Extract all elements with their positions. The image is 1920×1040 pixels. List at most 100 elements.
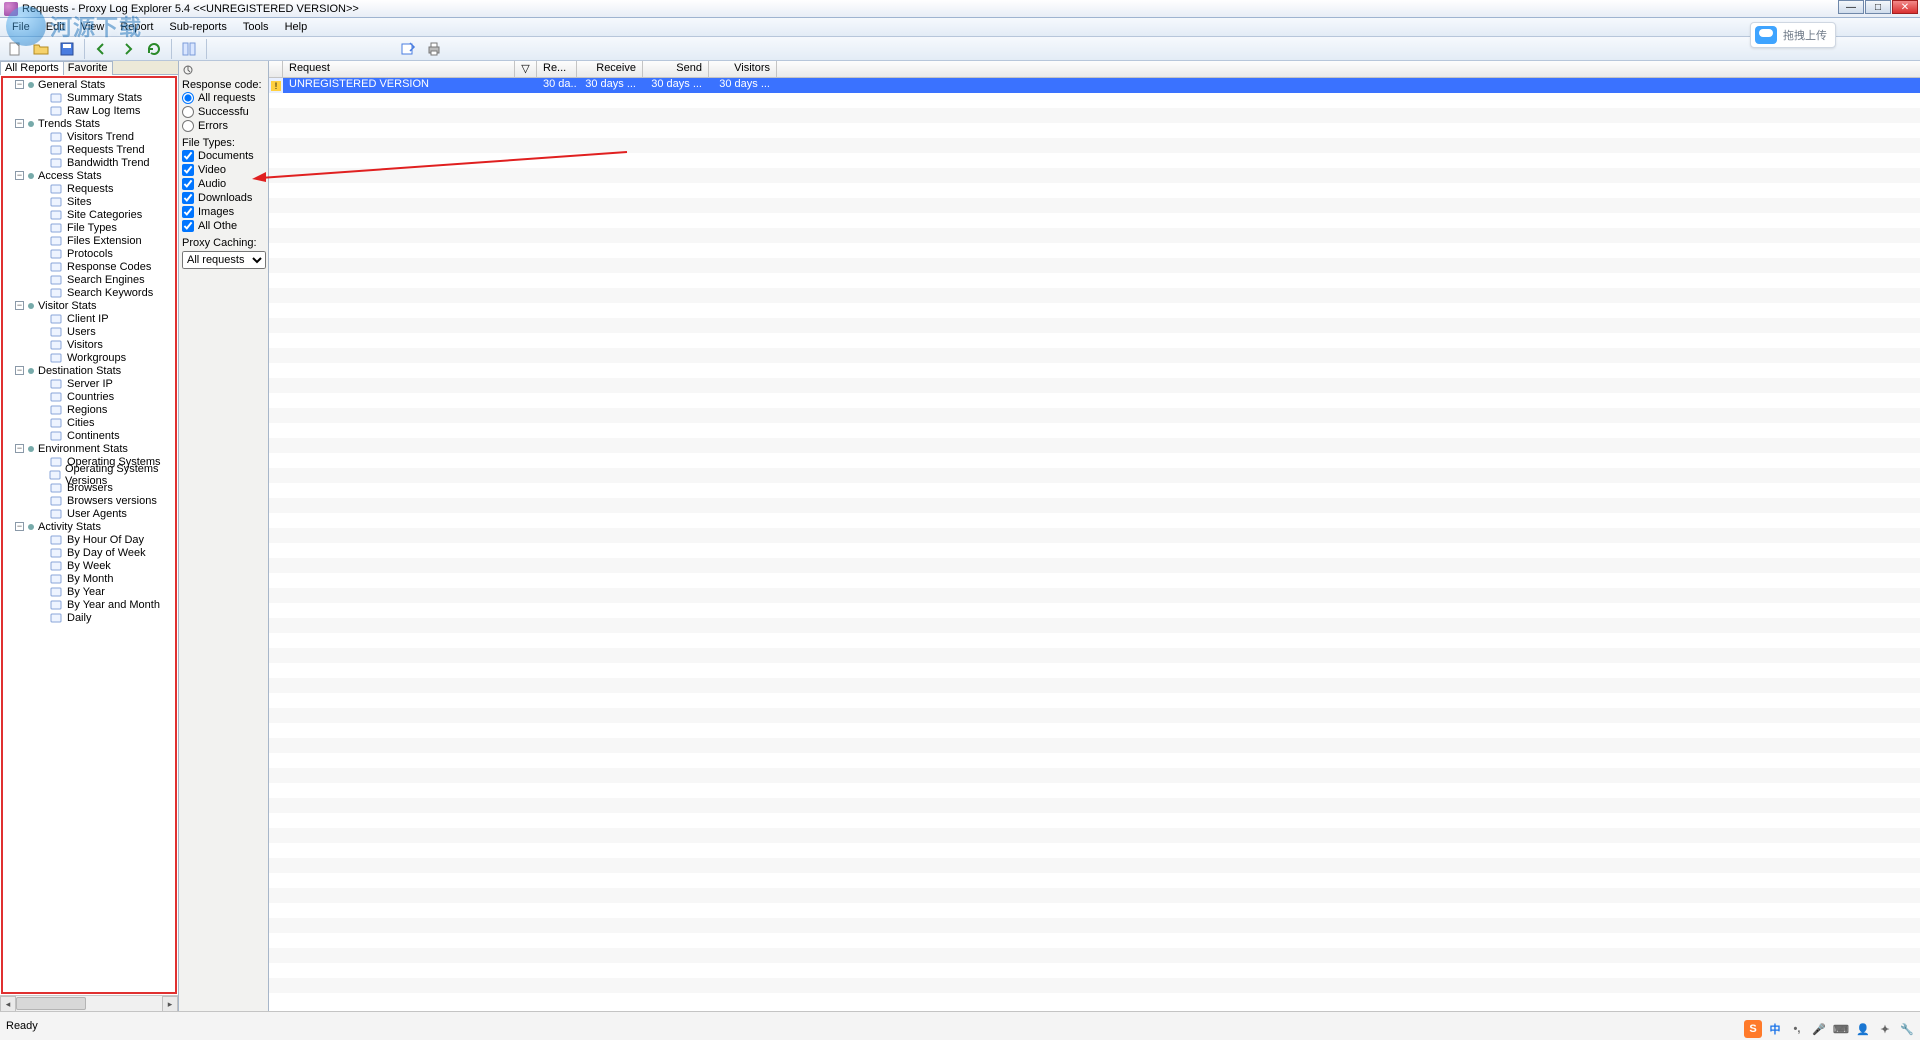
keyboard-icon[interactable]: ⌨ <box>1832 1020 1850 1038</box>
tree-group[interactable]: −General Stats <box>15 78 175 91</box>
tool-columns[interactable] <box>178 39 200 59</box>
col-filter[interactable]: ▽ <box>515 61 537 77</box>
menu-subreports[interactable]: Sub-reports <box>161 21 234 33</box>
tree-group[interactable]: −Destination Stats <box>15 364 175 377</box>
tree-item[interactable]: Countries <box>15 390 175 403</box>
tool-save[interactable] <box>56 39 78 59</box>
tree-item[interactable]: Response Codes <box>15 260 175 273</box>
collapse-icon[interactable]: − <box>15 522 24 531</box>
tab-favorite[interactable]: Favorite <box>63 61 113 75</box>
radio-all-requests[interactable]: All requests <box>182 91 265 105</box>
tool-open[interactable] <box>30 39 52 59</box>
tree-item[interactable]: Operating Systems Versions <box>15 468 175 481</box>
punctuation-icon[interactable]: •, <box>1788 1020 1806 1038</box>
check-audio[interactable]: Audio <box>182 177 265 191</box>
tool-refresh[interactable] <box>143 39 165 59</box>
tool-print[interactable] <box>423 39 445 59</box>
tree-item[interactable]: By Year and Month <box>15 598 175 611</box>
menu-edit[interactable]: Edit <box>38 21 73 33</box>
tree-group[interactable]: −Activity Stats <box>15 520 175 533</box>
tree-item[interactable]: Visitors <box>15 338 175 351</box>
col-visitors[interactable]: Visitors <box>709 61 777 77</box>
check-images[interactable]: Images <box>182 205 265 219</box>
mic-icon[interactable]: 🎤 <box>1810 1020 1828 1038</box>
tool-new[interactable] <box>4 39 26 59</box>
tree-item[interactable]: Continents <box>15 429 175 442</box>
tree-item[interactable]: Raw Log Items <box>15 104 175 117</box>
maximize-button[interactable]: □ <box>1865 0 1891 14</box>
upload-badge[interactable]: 拖拽上传 <box>1750 22 1836 48</box>
tree-item[interactable]: Users <box>15 325 175 338</box>
tree-group[interactable]: −Access Stats <box>15 169 175 182</box>
menu-view[interactable]: View <box>73 21 113 33</box>
tab-all-reports[interactable]: All Reports <box>0 61 64 75</box>
check-documents[interactable]: Documents <box>182 149 265 163</box>
table-row[interactable]: ! UNREGISTERED VERSION 30 da.. 30 days .… <box>269 78 1920 93</box>
report-tree[interactable]: −General StatsSummary StatsRaw Log Items… <box>1 76 177 994</box>
ime-lang-icon[interactable]: 中 <box>1766 1020 1784 1038</box>
proxy-caching-select[interactable]: All requests <box>182 251 266 269</box>
tree-item[interactable]: By Week <box>15 559 175 572</box>
tree-item[interactable]: Search Keywords <box>15 286 175 299</box>
tree-item[interactable]: Files Extension <box>15 234 175 247</box>
tree-item[interactable]: By Day of Week <box>15 546 175 559</box>
tree-item[interactable]: Client IP <box>15 312 175 325</box>
collapse-icon[interactable]: − <box>15 119 24 128</box>
tool-back[interactable] <box>91 39 113 59</box>
tree-item[interactable]: Cities <box>15 416 175 429</box>
tree-item[interactable]: Sites <box>15 195 175 208</box>
tree-item[interactable]: User Agents <box>15 507 175 520</box>
tree-item[interactable]: By Hour Of Day <box>15 533 175 546</box>
col-icon[interactable] <box>269 61 283 77</box>
tree-item[interactable]: Requests Trend <box>15 143 175 156</box>
tool-forward[interactable] <box>117 39 139 59</box>
sogou-ime-icon[interactable]: S <box>1744 1020 1762 1038</box>
tree-item[interactable]: By Year <box>15 585 175 598</box>
radio-errors[interactable]: Errors <box>182 119 265 133</box>
tree-group[interactable]: −Trends Stats <box>15 117 175 130</box>
col-receive[interactable]: Receive <box>577 61 643 77</box>
col-re[interactable]: Re... <box>537 61 577 77</box>
col-request[interactable]: Request <box>283 61 515 77</box>
tree-item[interactable]: Summary Stats <box>15 91 175 104</box>
settings-icon[interactable]: ✦ <box>1876 1020 1894 1038</box>
radio-successful[interactable]: Successfu <box>182 105 265 119</box>
wrench-icon[interactable]: 🔧 <box>1898 1020 1916 1038</box>
check-all-other[interactable]: All Othe <box>182 219 265 233</box>
check-downloads[interactable]: Downloads <box>182 191 265 205</box>
collapse-icon[interactable]: − <box>15 366 24 375</box>
check-video[interactable]: Video <box>182 163 265 177</box>
tree-item[interactable]: Daily <box>15 611 175 624</box>
collapse-icon[interactable]: − <box>15 171 24 180</box>
close-button[interactable]: ✕ <box>1892 0 1918 14</box>
tree-item[interactable]: Site Categories <box>15 208 175 221</box>
tree-item[interactable]: Regions <box>15 403 175 416</box>
collapse-icon[interactable]: − <box>15 444 24 453</box>
collapse-icon[interactable]: − <box>15 80 24 89</box>
menu-file[interactable]: File <box>4 21 38 33</box>
tree-item[interactable]: Workgroups <box>15 351 175 364</box>
tree-item[interactable]: Server IP <box>15 377 175 390</box>
tree-item[interactable]: By Month <box>15 572 175 585</box>
grid-body[interactable]: ! UNREGISTERED VERSION 30 da.. 30 days .… <box>269 78 1920 1011</box>
tree-group[interactable]: −Visitor Stats <box>15 299 175 312</box>
tree-item[interactable]: Browsers versions <box>15 494 175 507</box>
col-send[interactable]: Send <box>643 61 709 77</box>
scroll-left[interactable]: ◂ <box>0 996 16 1012</box>
tree-group[interactable]: −Environment Stats <box>15 442 175 455</box>
tool-export[interactable] <box>397 39 419 59</box>
menu-report[interactable]: Report <box>112 21 161 33</box>
tree-item[interactable]: Bandwidth Trend <box>15 156 175 169</box>
menu-help[interactable]: Help <box>277 21 316 33</box>
scroll-right[interactable]: ▸ <box>162 996 178 1012</box>
tree-item[interactable]: File Types <box>15 221 175 234</box>
collapse-icon[interactable]: − <box>15 301 24 310</box>
tree-item[interactable]: Requests <box>15 182 175 195</box>
tree-item[interactable]: Visitors Trend <box>15 130 175 143</box>
tree-hscrollbar[interactable]: ◂ ▸ <box>0 995 178 1011</box>
scroll-thumb[interactable] <box>16 997 86 1010</box>
tree-item[interactable]: Search Engines <box>15 273 175 286</box>
user-icon[interactable]: 👤 <box>1854 1020 1872 1038</box>
minimize-button[interactable]: — <box>1838 0 1864 14</box>
menu-tools[interactable]: Tools <box>235 21 277 33</box>
